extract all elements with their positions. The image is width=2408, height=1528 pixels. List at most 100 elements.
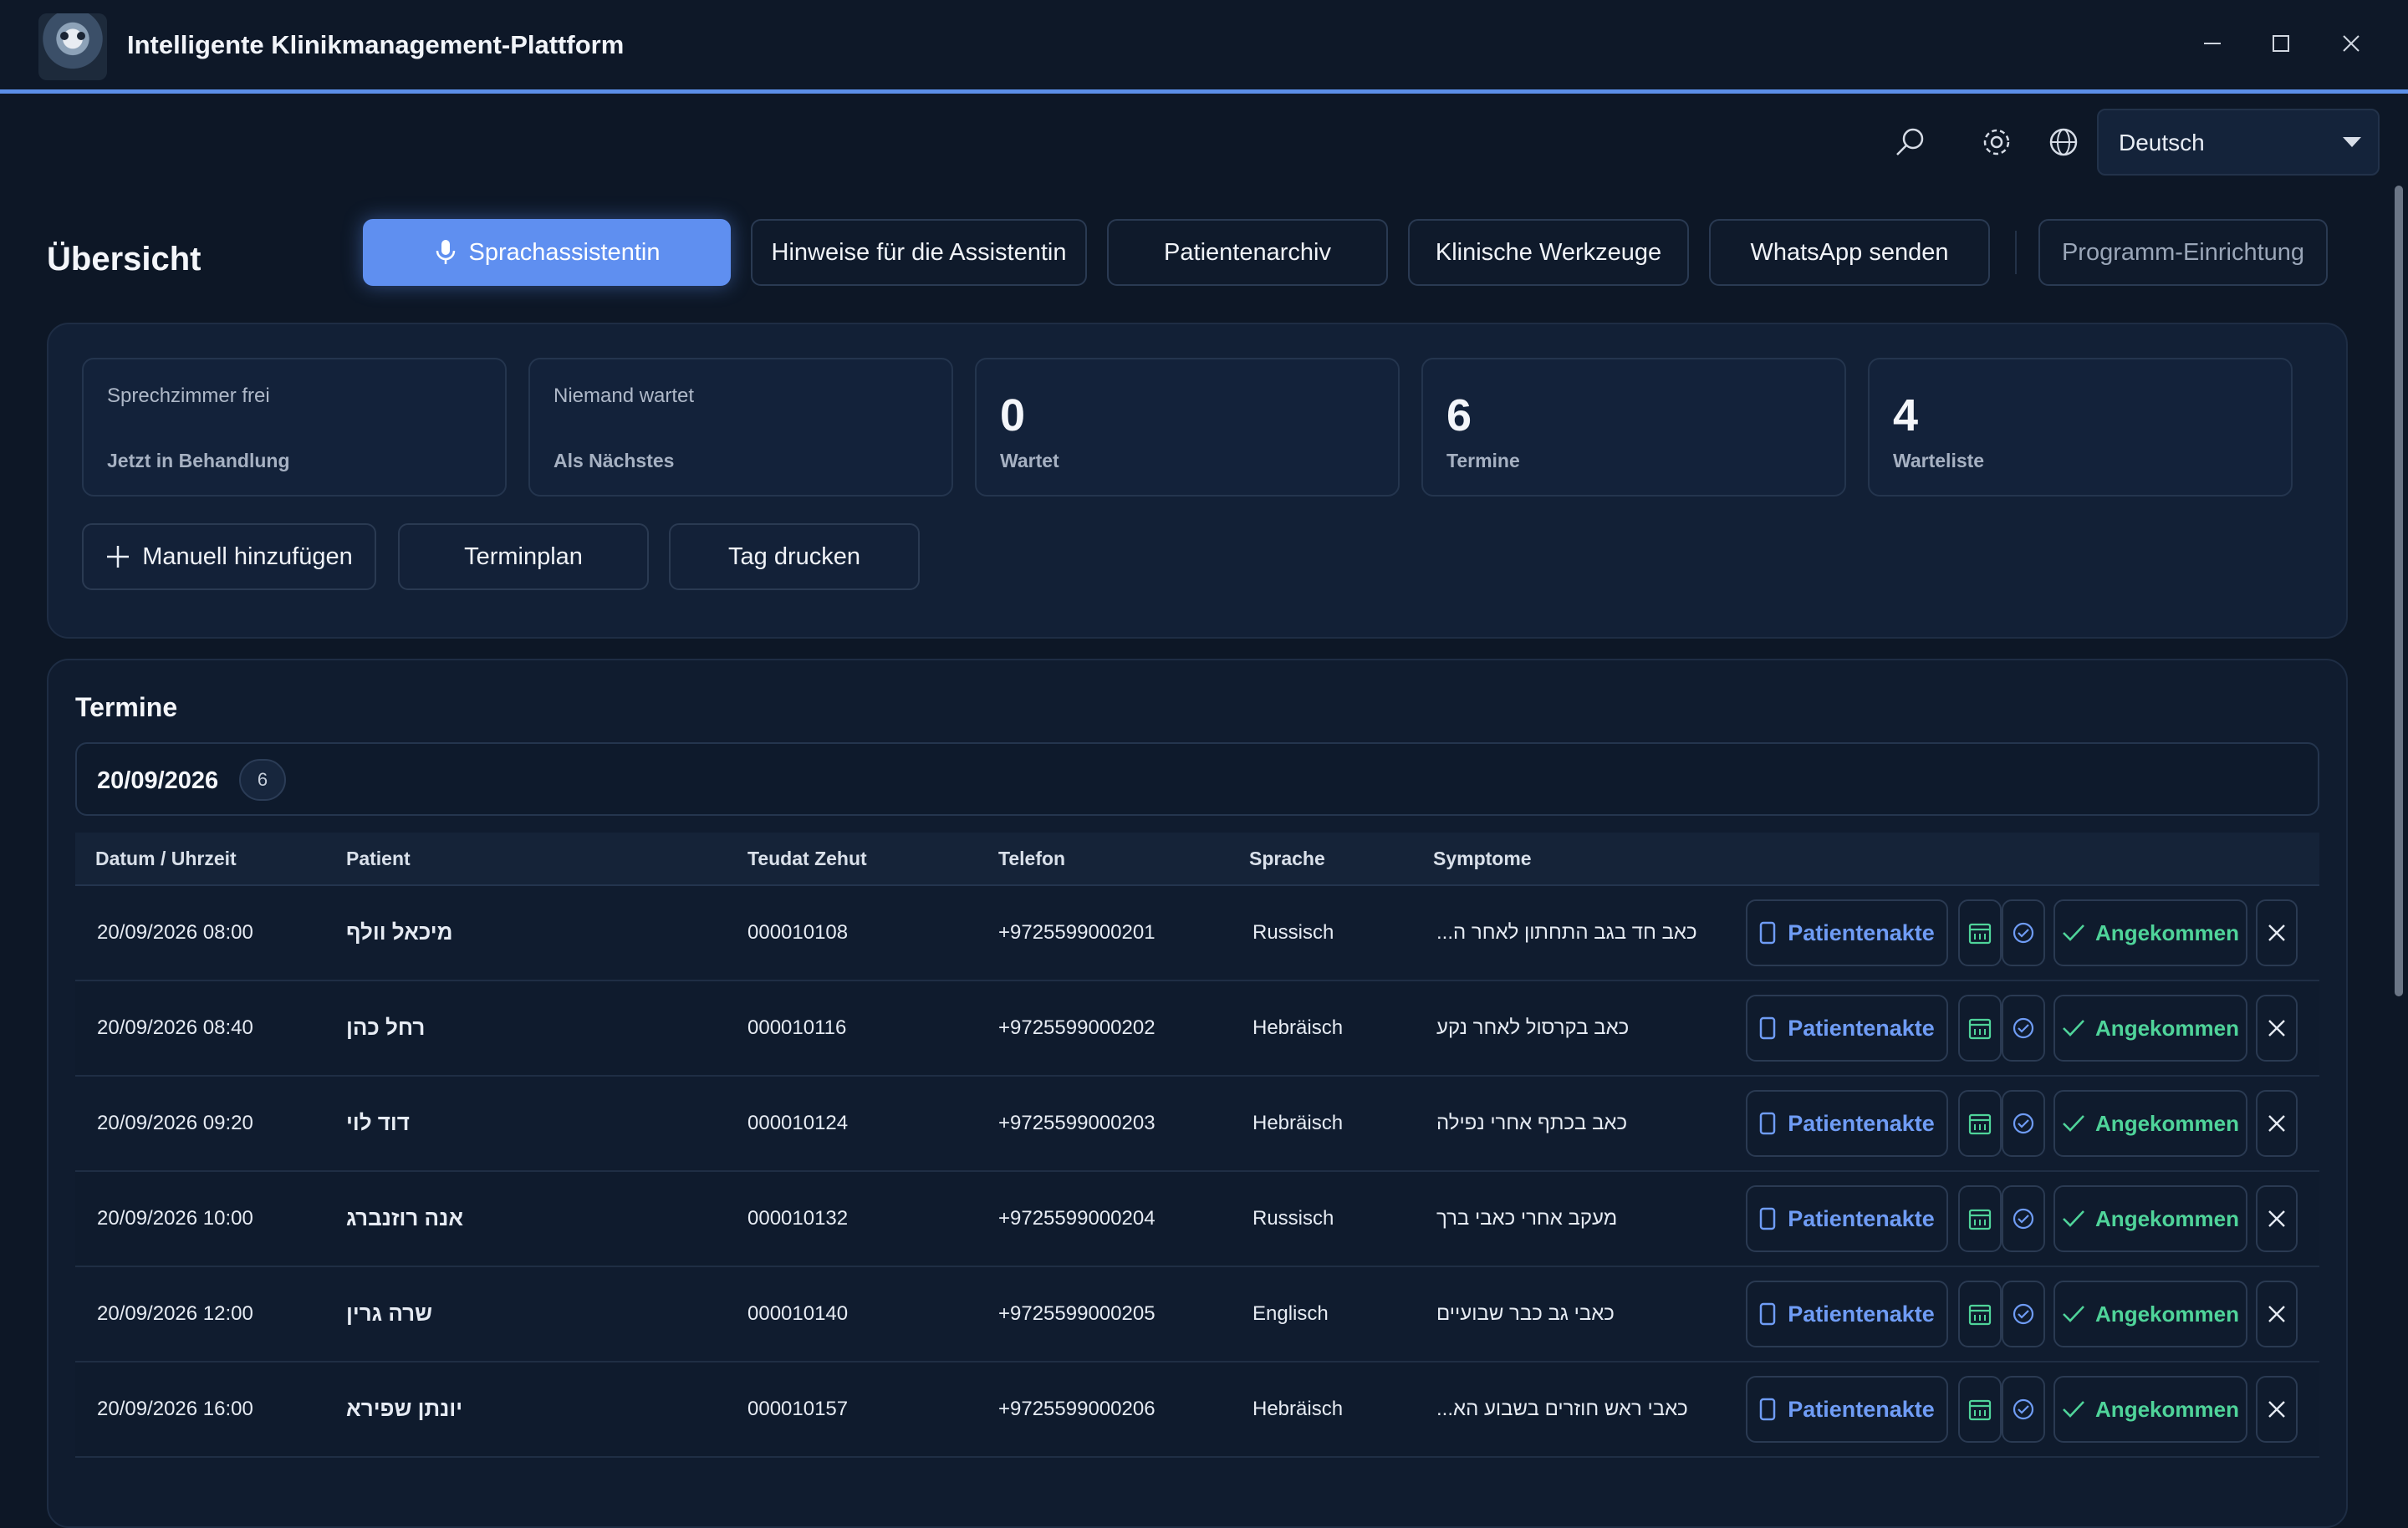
cell-datetime: 20/09/2026 08:00 (97, 921, 253, 944)
arrived-label: Angekommen (2095, 1396, 2239, 1422)
table-row[interactable]: 20/09/2026 09:20 דוד לוי 000010124 +9725599… (75, 1077, 2319, 1172)
cell-language: Hebräisch (1252, 1016, 1344, 1039)
arrived-button[interactable]: Angekommen (2053, 1185, 2247, 1252)
patient-record-label: Patientenakte (1788, 1301, 1935, 1327)
arrived-label: Angekommen (2095, 919, 2239, 945)
cell-symptoms: כאב חד בגב התחתון לאחר ה... (1436, 921, 1697, 944)
remove-button[interactable] (2256, 1281, 2298, 1347)
cell-patient: רחל כהן (346, 1015, 426, 1040)
stat-room-sub: Jetzt in Behandlung (107, 450, 290, 471)
check-circle-icon (2013, 1398, 2034, 1420)
cell-id: 000010140 (747, 1302, 849, 1325)
column-language: Sprache (1249, 848, 1325, 869)
confirm-button[interactable] (2002, 1090, 2045, 1157)
cell-id: 000010132 (747, 1207, 849, 1230)
language-value: Deutsch (2119, 130, 2205, 155)
reschedule-button[interactable] (1958, 1090, 2002, 1157)
globe-icon[interactable] (2045, 124, 2082, 160)
patient-record-button[interactable]: Patientenakte (1746, 1376, 1948, 1443)
arrived-button[interactable]: Angekommen (2053, 899, 2247, 966)
print-day-button[interactable]: Tag drucken (669, 523, 920, 590)
arrived-button[interactable]: Angekommen (2053, 1376, 2247, 1443)
patient-archive-button[interactable]: Patientenarchiv (1107, 219, 1388, 286)
scrollbar[interactable] (2395, 186, 2403, 996)
remove-button[interactable] (2256, 995, 2298, 1062)
confirm-button[interactable] (2002, 995, 2045, 1062)
remove-button[interactable] (2256, 899, 2298, 966)
clinical-tools-button[interactable]: Klinische Werkzeuge (1408, 219, 1689, 286)
remove-button[interactable] (2256, 1185, 2298, 1252)
checkmark-icon (2063, 1020, 2084, 1036)
table-row[interactable]: 20/09/2026 16:00 יונתן שפירא 000010157 +972… (75, 1362, 2319, 1458)
arrived-button[interactable]: Angekommen (2053, 1281, 2247, 1347)
cell-patient: יונתן שפירא (346, 1396, 463, 1421)
document-icon (1759, 921, 1776, 945)
stat-card-waiting: 0 Wartet (975, 358, 1400, 497)
stat-waiting-label: Wartet (1000, 450, 1059, 471)
stat-card-next: Niemand wartet Als Nächstes (528, 358, 953, 497)
reschedule-button[interactable] (1958, 899, 2002, 966)
cell-symptoms: כאבי ראש חוזרים בשבוע הא... (1436, 1398, 1688, 1420)
patient-record-button[interactable]: Patientenakte (1746, 899, 1948, 966)
close-icon (2268, 924, 2285, 941)
confirm-button[interactable] (2002, 1185, 2045, 1252)
close-icon (2268, 1210, 2285, 1227)
reschedule-button[interactable] (1958, 995, 2002, 1062)
reschedule-button[interactable] (1958, 1376, 2002, 1443)
date-group-header[interactable]: 20/09/2026 6 (75, 742, 2319, 816)
cell-phone: +9725599000206 (998, 1398, 1156, 1420)
patient-record-button[interactable]: Patientenakte (1746, 1185, 1948, 1252)
assistant-notes-button[interactable]: Hinweise für die Assistentin (751, 219, 1087, 286)
calendar-icon (1968, 1113, 1992, 1135)
stat-waiting-value: 0 (1000, 390, 1026, 441)
confirm-button[interactable] (2002, 899, 2045, 966)
remove-button[interactable] (2256, 1090, 2298, 1157)
cell-language: Russisch (1252, 921, 1334, 944)
cell-id: 000010116 (747, 1016, 847, 1039)
column-datetime: Datum / Uhrzeit (95, 848, 237, 869)
arrived-button[interactable]: Angekommen (2053, 995, 2247, 1062)
table-row[interactable]: 20/09/2026 10:00 אנה רוזנברג 000010132 +972… (75, 1172, 2319, 1267)
table-row[interactable]: 20/09/2026 12:00 שרה גרין 000010140 +972559… (75, 1267, 2319, 1362)
patient-record-label: Patientenakte (1788, 1110, 1935, 1136)
stat-next-label: Niemand wartet (554, 385, 695, 407)
minimize-icon[interactable] (2194, 25, 2231, 62)
search-icon[interactable] (1891, 124, 1928, 160)
cell-datetime: 20/09/2026 16:00 (97, 1398, 253, 1420)
schedule-button[interactable]: Terminplan (398, 523, 649, 590)
cell-datetime: 20/09/2026 08:40 (97, 1016, 253, 1039)
column-symptoms: Symptome (1433, 848, 1532, 869)
stat-card-waitlist: 4 Warteliste (1868, 358, 2293, 497)
check-circle-icon (2013, 1113, 2034, 1134)
gear-icon[interactable] (1978, 124, 2015, 160)
table-row[interactable]: 20/09/2026 08:40 רחל כהן 000010116 +9725599… (75, 981, 2319, 1077)
arrived-label: Angekommen (2095, 1015, 2239, 1041)
cell-datetime: 20/09/2026 12:00 (97, 1302, 253, 1325)
confirm-button[interactable] (2002, 1281, 2045, 1347)
maximize-icon[interactable] (2263, 25, 2299, 62)
document-icon (1759, 1207, 1776, 1230)
language-select[interactable]: Deutsch (2097, 109, 2380, 176)
voice-assistant-button[interactable]: Sprachassistentin (363, 219, 731, 286)
send-whatsapp-button[interactable]: WhatsApp senden (1709, 219, 1990, 286)
patient-record-button[interactable]: Patientenakte (1746, 1281, 1948, 1347)
calendar-icon (1968, 1399, 1992, 1421)
reschedule-button[interactable] (1958, 1185, 2002, 1252)
close-icon[interactable] (2333, 25, 2370, 62)
document-icon (1759, 1398, 1776, 1421)
confirm-button[interactable] (2002, 1376, 2045, 1443)
patient-record-label: Patientenakte (1788, 1015, 1935, 1041)
patient-record-button[interactable]: Patientenakte (1746, 1090, 1948, 1157)
reschedule-button[interactable] (1958, 1281, 2002, 1347)
document-icon (1759, 1016, 1776, 1040)
remove-button[interactable] (2256, 1376, 2298, 1443)
cell-phone: +9725599000204 (998, 1207, 1156, 1230)
arrived-label: Angekommen (2095, 1205, 2239, 1231)
add-manual-button[interactable]: Manuell hinzufügen (82, 523, 376, 590)
table-row[interactable]: 20/09/2026 08:00 מיכאל וולף 000010108 +9725… (75, 886, 2319, 981)
voice-assistant-label: Sprachassistentin (468, 238, 661, 266)
patient-record-button[interactable]: Patientenakte (1746, 995, 1948, 1062)
arrived-button[interactable]: Angekommen (2053, 1090, 2247, 1157)
program-setup-button[interactable]: Programm-Einrichtung (2038, 219, 2328, 286)
calendar-icon (1968, 1304, 1992, 1326)
